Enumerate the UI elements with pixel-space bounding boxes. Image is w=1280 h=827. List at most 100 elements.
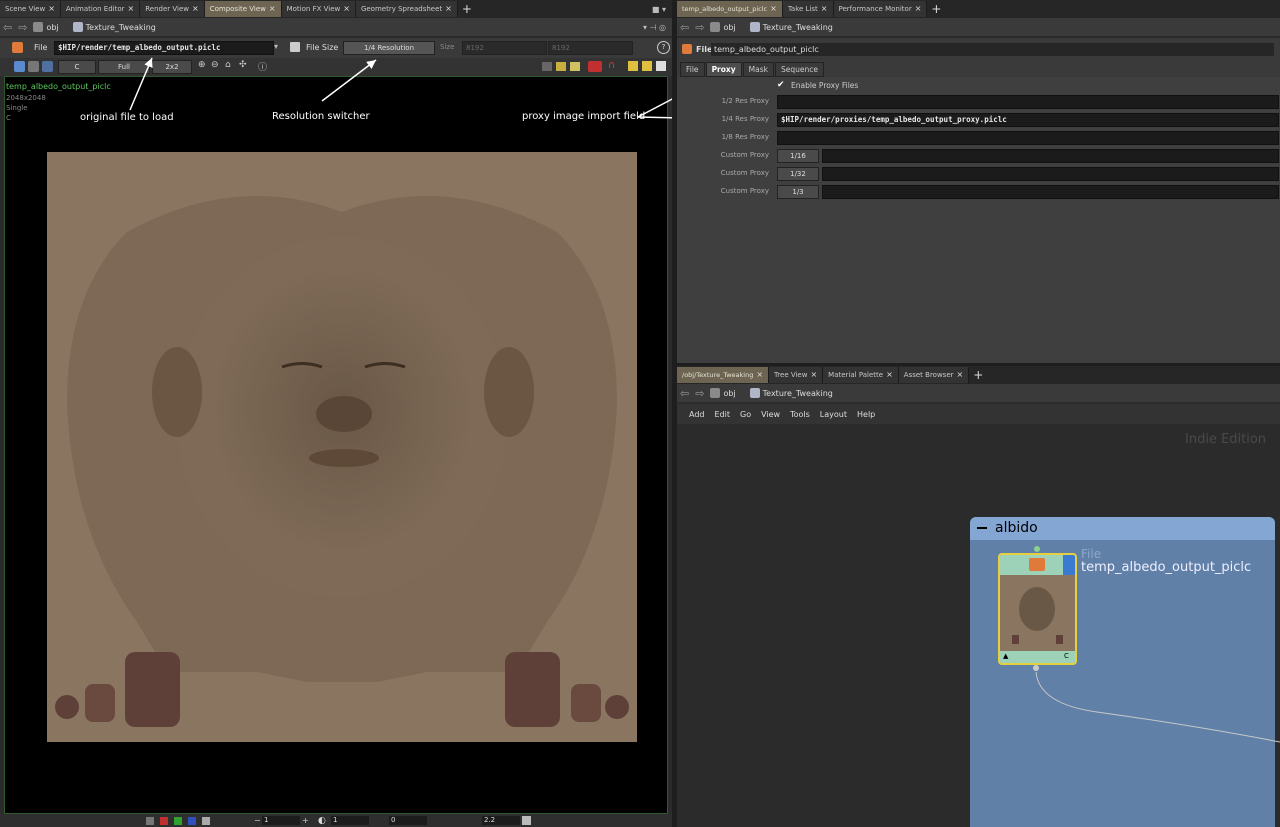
tab-geometry-spreadsheet[interactable]: Geometry Spreadsheet × [355, 1, 458, 17]
rgb-icon[interactable] [146, 817, 154, 825]
custom-proxy-2-field[interactable] [822, 167, 1279, 181]
size-height-field[interactable]: 8192 [548, 41, 633, 55]
select-tool-icon[interactable] [14, 61, 25, 72]
close-icon[interactable]: × [48, 1, 55, 17]
path-network[interactable]: Texture_Tweaking [763, 23, 833, 32]
enable-proxy-checkbox[interactable]: ✔ [777, 80, 785, 90]
view-tool-icon[interactable] [28, 61, 39, 72]
back-arrow-icon[interactable]: ⇦ [677, 21, 692, 34]
close-icon[interactable]: × [192, 1, 199, 17]
menu-tools[interactable]: Tools [790, 410, 810, 419]
layout-icon[interactable] [656, 61, 666, 71]
size-width-field[interactable]: 8192 [462, 41, 547, 55]
display-tool-icon[interactable] [42, 61, 53, 72]
eighth-res-proxy-field[interactable] [777, 131, 1279, 145]
network-box[interactable]: albido File temp_albedo_output_piclc ▲ C [970, 517, 1275, 827]
tab-tree-view[interactable]: Tree View × [769, 367, 824, 383]
path-network[interactable]: Texture_Tweaking [763, 389, 833, 398]
split-icon[interactable] [556, 62, 566, 71]
forward-arrow-icon[interactable]: ⇨ [692, 387, 707, 400]
file-browse-chevron-icon[interactable]: ▾ [274, 42, 278, 51]
offset-field[interactable]: 0 [389, 816, 427, 825]
compare-icon[interactable] [542, 62, 552, 71]
custom-proxy-3-select[interactable]: 1/3 [777, 185, 819, 199]
add-tab-icon[interactable]: + [458, 2, 476, 16]
pin-icon[interactable]: ▾ ⊣ ◎ [643, 23, 672, 32]
close-icon[interactable]: × [343, 1, 350, 17]
close-icon[interactable]: × [821, 1, 828, 17]
custom-proxy-3-field[interactable] [822, 185, 1279, 199]
network-box-header[interactable]: albido [970, 517, 1275, 540]
close-icon[interactable]: × [770, 1, 777, 17]
path-network[interactable]: Texture_Tweaking [86, 23, 156, 32]
zoom-out-icon[interactable]: ⊖ [211, 60, 219, 70]
composite-viewport[interactable]: temp_albedo_output_piclc 2048x2048 Singl… [4, 76, 668, 814]
back-arrow-icon[interactable]: ⇦ [677, 387, 692, 400]
wipe-icon[interactable] [570, 62, 580, 71]
help-icon[interactable]: ? [657, 41, 670, 54]
close-icon[interactable]: × [957, 367, 964, 383]
path-obj[interactable]: obj [46, 23, 58, 32]
tab-asset-browser[interactable]: Asset Browser × [898, 367, 970, 383]
grid-icon[interactable] [642, 61, 652, 71]
tile-select[interactable]: 2x2 [152, 60, 192, 74]
frame-icon[interactable]: ✣ [239, 60, 247, 70]
display-flag[interactable] [1063, 555, 1075, 575]
network-editor[interactable]: Indie Edition albido File temp_albedo_ou… [677, 424, 1280, 827]
lut-icon[interactable] [522, 816, 531, 825]
tab-animation-editor[interactable]: Animation Editor × [60, 1, 141, 17]
tab-network-view[interactable]: /obj/Texture_Tweaking × [677, 367, 770, 383]
add-tab-icon[interactable]: + [969, 368, 987, 382]
info-icon[interactable]: ⓘ [258, 60, 267, 73]
home-icon[interactable]: ⌂ [225, 60, 231, 70]
quarter-res-proxy-field[interactable]: $HIP/render/proxies/temp_albedo_output_p… [777, 113, 1279, 127]
menu-edit[interactable]: Edit [715, 410, 731, 419]
collapse-icon[interactable] [977, 527, 987, 529]
tab-take-list[interactable]: Take List × [782, 1, 834, 17]
green-channel-icon[interactable] [174, 817, 182, 825]
increment-icon[interactable]: + [302, 816, 309, 825]
back-arrow-icon[interactable]: ⇦ [0, 21, 15, 34]
close-icon[interactable]: × [756, 367, 763, 383]
zoom-in-icon[interactable]: ⊕ [198, 60, 206, 70]
decrement-icon[interactable]: − [254, 816, 261, 825]
custom-proxy-2-select[interactable]: 1/32 [777, 167, 819, 181]
param-tab-sequence[interactable]: Sequence [774, 62, 824, 77]
close-icon[interactable]: × [269, 1, 276, 17]
tab-parameters[interactable]: temp_albedo_output_piclc × [677, 1, 783, 17]
close-icon[interactable]: × [915, 1, 922, 17]
alpha-channel-icon[interactable] [202, 817, 210, 825]
tab-material-palette[interactable]: Material Palette × [823, 367, 899, 383]
close-icon[interactable]: × [128, 1, 135, 17]
checker-icon[interactable] [628, 61, 638, 71]
gamma-field[interactable]: 2.2 [482, 816, 520, 825]
channel-select[interactable]: C [58, 60, 96, 74]
add-tab-icon[interactable]: + [927, 2, 945, 16]
forward-arrow-icon[interactable]: ⇨ [15, 21, 30, 34]
pane-menu-icon[interactable]: ■ ▾ [652, 5, 672, 14]
magnet-icon[interactable]: ∩ [608, 60, 615, 71]
file-path-field[interactable]: $HIP/render/temp_albedo_output.piclc [54, 41, 274, 55]
resolution-switcher[interactable]: 1/4 Resolution [343, 41, 435, 55]
close-icon[interactable]: × [445, 1, 452, 17]
custom-proxy-1-field[interactable] [822, 149, 1279, 163]
render-icon[interactable] [588, 61, 602, 72]
tab-composite-view[interactable]: Composite View × [204, 1, 282, 17]
param-tab-mask[interactable]: Mask [742, 62, 774, 77]
forward-arrow-icon[interactable]: ⇨ [692, 21, 707, 34]
menu-go[interactable]: Go [740, 410, 751, 419]
node-input-connector[interactable] [1034, 546, 1040, 552]
brightness-field[interactable]: 1 [331, 816, 369, 825]
close-icon[interactable]: × [810, 367, 817, 383]
tab-scene-view[interactable]: Scene View × [0, 1, 61, 17]
red-channel-icon[interactable] [160, 817, 168, 825]
tab-performance-monitor[interactable]: Performance Monitor × [833, 1, 928, 17]
frame-field[interactable]: 1 [262, 816, 300, 825]
path-obj[interactable]: obj [723, 389, 735, 398]
close-icon[interactable]: × [886, 367, 893, 383]
tab-render-view[interactable]: Render View × [140, 1, 205, 17]
file-node[interactable]: ▲ C [998, 553, 1077, 665]
menu-layout[interactable]: Layout [820, 410, 847, 419]
tab-motion-fx-view[interactable]: Motion FX View × [281, 1, 356, 17]
menu-view[interactable]: View [761, 410, 780, 419]
